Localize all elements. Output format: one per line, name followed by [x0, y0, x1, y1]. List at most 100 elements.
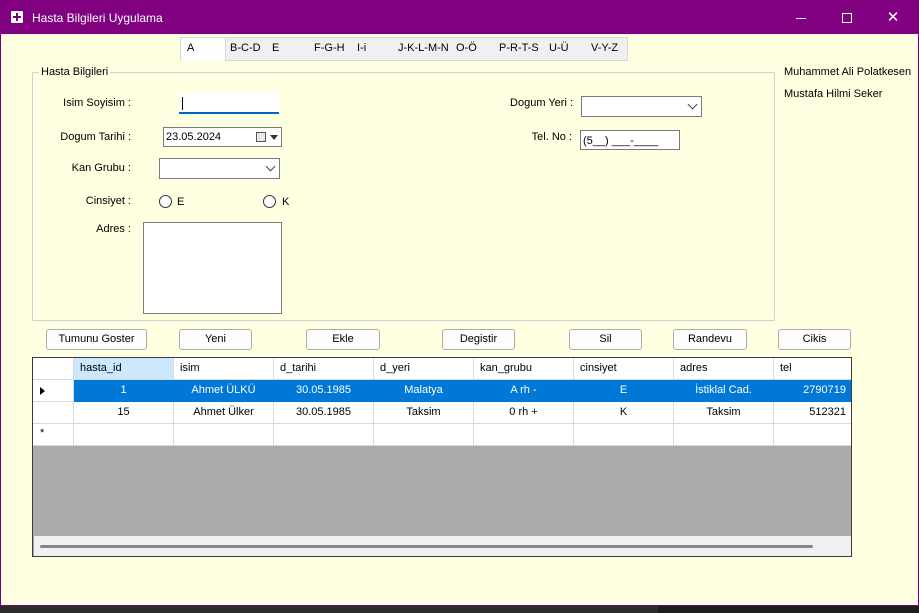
cell-d-yeri[interactable]: Taksim [374, 402, 474, 424]
cell-hasta-id[interactable] [74, 424, 174, 446]
exit-button[interactable]: Cikis [778, 329, 851, 350]
phone-mask: (5__) ___-____ [583, 135, 659, 147]
delete-button[interactable]: Sil [569, 329, 642, 350]
column-header-hasta-id[interactable]: hasta_id [74, 358, 174, 380]
gender-radio-e[interactable] [159, 195, 172, 208]
letter-tab-oo[interactable]: O-Ö [450, 38, 494, 60]
birthdate-label: Dogum Tarihi : [60, 131, 131, 143]
table-row[interactable]: 1 Ahmet ÜLKÜ 30.05.1985 Malatya A rh - E… [33, 380, 851, 402]
desktop-background [658, 606, 919, 613]
new-row-icon: * [40, 427, 45, 439]
cell-d-yeri[interactable]: Malatya [374, 380, 474, 402]
app-window: Hasta Bilgileri Uygulama ✕ A B-C-D E F-G… [0, 0, 919, 606]
cell-tel[interactable]: 2790719 [774, 380, 851, 402]
table-row[interactable]: 15 Ahmet Ülker 30.05.1985 Taksim 0 rh + … [33, 402, 851, 424]
group-title: Hasta Bilgileri [39, 66, 111, 78]
column-header-adres[interactable]: adres [674, 358, 774, 380]
horizontal-scrollbar[interactable] [34, 536, 851, 556]
appointment-button[interactable]: Randevu [673, 329, 747, 350]
address-textarea[interactable] [143, 222, 282, 314]
row-header[interactable]: * [33, 424, 74, 446]
gender-radio-k[interactable] [263, 195, 276, 208]
letter-tab-e[interactable]: E [266, 38, 308, 60]
phone-input[interactable]: (5__) ___-____ [580, 130, 680, 150]
maximize-icon [842, 13, 852, 24]
window-title: Hasta Bilgileri Uygulama [32, 11, 163, 25]
minimize-button[interactable] [778, 1, 824, 34]
current-row-icon [40, 387, 45, 395]
cell-kan-grubu[interactable]: A rh - [474, 380, 574, 402]
letter-tab-vyz[interactable]: V-Y-Z [585, 38, 627, 60]
birthdate-value: 23.05.2024 [166, 131, 222, 143]
letter-tab-uu[interactable]: U-Ü [543, 38, 585, 60]
author-name-2: Mustafa Hilmi Seker [784, 88, 883, 100]
cell-kan-grubu[interactable] [474, 424, 574, 446]
title-bar[interactable]: Hasta Bilgileri Uygulama ✕ [1, 1, 918, 34]
cell-cinsiyet[interactable]: E [574, 380, 674, 402]
column-header-cinsiyet[interactable]: cinsiyet [574, 358, 674, 380]
cell-tel[interactable] [774, 424, 851, 446]
cell-isim[interactable] [174, 424, 274, 446]
scrollbar-thumb[interactable] [40, 545, 813, 548]
patients-grid[interactable]: hasta_id isim d_tarihi d_yeri kan_grubu … [32, 357, 852, 557]
cell-d-yeri[interactable] [374, 424, 474, 446]
cell-adres[interactable]: Taksim [674, 402, 774, 424]
row-header-corner[interactable] [33, 358, 74, 380]
birthdate-picker[interactable]: 23.05.2024 [163, 127, 282, 147]
birthplace-label: Dogum Yeri : [510, 97, 573, 109]
minimize-icon [796, 17, 806, 19]
update-button[interactable]: Degistir [442, 329, 515, 350]
cell-d-tarihi[interactable]: 30.05.1985 [274, 402, 374, 424]
dropdown-arrow-icon[interactable] [270, 135, 278, 140]
blood-type-label: Kan Grubu : [71, 162, 131, 174]
column-header-d-yeri[interactable]: d_yeri [374, 358, 474, 380]
cell-d-tarihi[interactable] [274, 424, 374, 446]
close-icon: ✕ [886, 9, 900, 26]
close-button[interactable]: ✕ [870, 1, 916, 34]
gender-label: Cinsiyet : [85, 195, 131, 207]
letter-tab-jklmn[interactable]: J-K-L-M-N [392, 38, 450, 60]
phone-label: Tel. No : [531, 131, 572, 143]
letter-tab-ii[interactable]: I-i [351, 38, 393, 60]
column-header-isim[interactable]: isim [174, 358, 274, 380]
letter-tab-bcd[interactable]: B-C-D [224, 38, 268, 60]
chevron-down-icon [687, 99, 698, 110]
cell-hasta-id[interactable]: 1 [74, 380, 174, 402]
row-header[interactable] [33, 402, 74, 424]
row-header[interactable] [33, 380, 74, 402]
new-button[interactable]: Yeni [179, 329, 252, 350]
chevron-down-icon [265, 161, 276, 172]
cell-tel[interactable]: 512321 [774, 402, 851, 424]
cell-adres[interactable]: İstiklal Cad. [674, 380, 774, 402]
author-name-1: Muhammet Ali Polatkesen [784, 66, 912, 78]
add-button[interactable]: Ekle [306, 329, 380, 350]
text-caret [182, 97, 183, 110]
app-icon [11, 11, 23, 23]
letter-tab-strip: A B-C-D E F-G-H I-i J-K-L-M-N O-Ö P-R-T-… [180, 37, 628, 61]
letter-tab-a[interactable]: A [181, 38, 226, 61]
cell-adres[interactable] [674, 424, 774, 446]
grid-header-row: hasta_id isim d_tarihi d_yeri kan_grubu … [33, 358, 851, 380]
letter-tab-prts[interactable]: P-R-T-S [493, 38, 545, 60]
column-header-kan-grubu[interactable]: kan_grubu [474, 358, 574, 380]
column-header-tel[interactable]: tel [774, 358, 851, 380]
cell-d-tarihi[interactable]: 30.05.1985 [274, 380, 374, 402]
cell-isim[interactable]: Ahmet Ülker [174, 402, 274, 424]
name-label: Isim Soyisim : [63, 97, 131, 109]
cell-cinsiyet[interactable]: K [574, 402, 674, 424]
gender-option-k-label: K [282, 196, 290, 208]
show-all-button[interactable]: Tumunu Goster [46, 329, 147, 350]
maximize-button[interactable] [824, 1, 870, 34]
blood-type-select[interactable] [159, 158, 280, 179]
cell-hasta-id[interactable]: 15 [74, 402, 174, 424]
new-row[interactable]: * [33, 424, 851, 446]
birthplace-select[interactable] [581, 96, 702, 117]
cell-kan-grubu[interactable]: 0 rh + [474, 402, 574, 424]
cell-cinsiyet[interactable] [574, 424, 674, 446]
name-input[interactable] [179, 93, 279, 114]
column-header-d-tarihi[interactable]: d_tarihi [274, 358, 374, 380]
cell-isim[interactable]: Ahmet ÜLKÜ [174, 380, 274, 402]
gender-option-e-label: E [177, 196, 185, 208]
calendar-icon[interactable] [256, 132, 266, 142]
letter-tab-fgh[interactable]: F-G-H [308, 38, 351, 60]
